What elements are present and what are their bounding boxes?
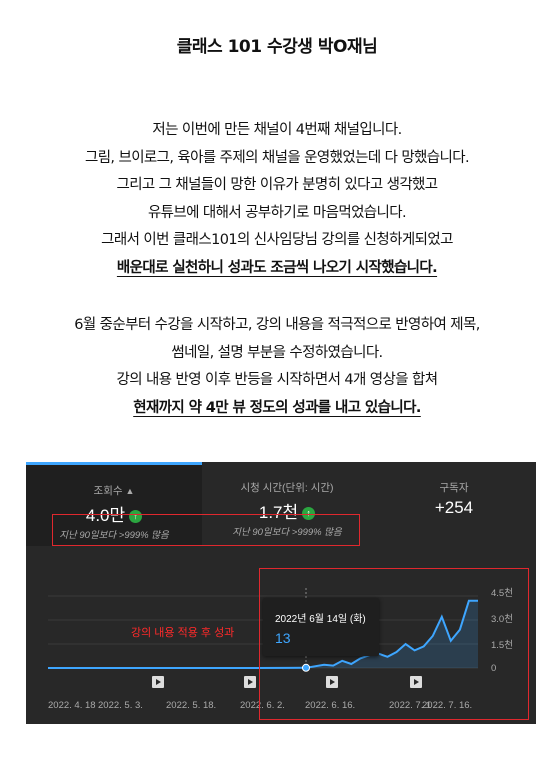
result-paragraph: 6월 중순부터 수강을 시작하고, 강의 내용을 적극적으로 반영하여 제목, … (0, 312, 554, 422)
intro-line: 저는 이번에 만든 채널이 4번째 채널입니다. (152, 122, 402, 138)
analytics-panel: 조회수 ▲ 4.0만 ↑ 지난 90일보다 >999% 많음 시청 시간(단위: 시… (26, 462, 536, 724)
views-label: 조회수 ▲ (93, 485, 135, 497)
intro-paragraph: 저는 이번에 만든 채널이 4번째 채널입니다. 그림, 브이로그, 육아를 주… (0, 117, 554, 282)
intro-line: 그림, 브이로그, 육아를 주제의 채널을 운영했었는데 다 망했습니다. (84, 149, 470, 166)
result-line: 강의 내용 반영 이후 반등을 시작하면서 4개 영상을 합쳐 (116, 372, 439, 388)
intro-emphasis: 배운대로 실천하니 성과도 조금씩 나오기 시작했습니다. (116, 259, 438, 276)
warning-triangle-icon: ▲ (125, 486, 135, 496)
subscribers-label: 구독자 (439, 482, 469, 494)
video-marker-icon[interactable] (152, 676, 164, 688)
intro-line: 그래서 이번 클래스101의 신사임당님 강의를 신청하게되었고 (101, 232, 453, 248)
result-line: 6월 중순부터 수강을 시작하고, 강의 내용을 적극적으로 반영하여 제목, (74, 317, 480, 333)
result-emphasis: 현재까지 약 4만 뷰 정도의 성과를 내고 있습니다. (133, 399, 421, 416)
result-line: 썸네일, 설명 부분을 수정하였습니다. (171, 344, 383, 361)
x-tick-label: 2022. 5. 3. (98, 700, 143, 711)
subscribers-value: +254 (434, 498, 474, 517)
tab-subscribers[interactable]: 구독자 +254 (372, 462, 536, 546)
page-title: 클래스 101 수강생 박O재님 (176, 37, 378, 57)
highlight-box-chart (259, 568, 529, 720)
watch-time-label: 시청 시간(단위: 시간) (240, 482, 334, 494)
intro-line: 그리고 그 채널들이 망한 이유가 분명히 있다고 생각했고 (116, 177, 438, 193)
intro-line: 유튜브에 대해서 공부하기로 마음먹었습니다. (147, 204, 407, 221)
x-tick-label: 2022. 4. 18 (48, 700, 96, 711)
video-marker-icon[interactable] (244, 676, 256, 688)
annotation-label: 강의 내용 적용 후 성과 (131, 627, 235, 639)
x-tick-label: 2022. 5. 18. (166, 700, 217, 711)
highlight-box-stats (52, 514, 360, 546)
